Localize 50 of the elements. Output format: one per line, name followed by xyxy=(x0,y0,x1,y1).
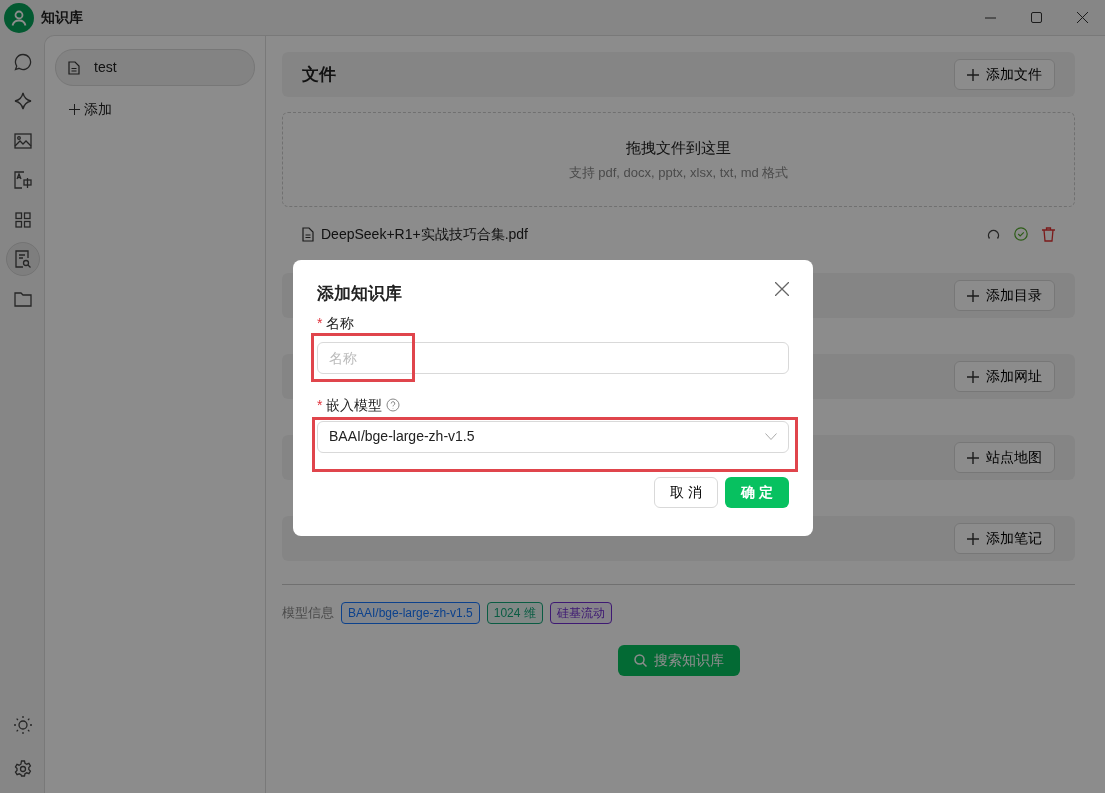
settings-icon[interactable] xyxy=(13,759,32,778)
model-select[interactable]: BAAI/bge-large-zh-v1.5 xyxy=(317,420,789,453)
user-avatar[interactable] xyxy=(4,2,34,33)
file-name: DeepSeek+R1+实战技巧合集.pdf xyxy=(321,224,528,244)
field-label: 嵌入模型 xyxy=(326,395,383,415)
close-icon[interactable] xyxy=(1076,12,1088,23)
add-link[interactable]: 添加 xyxy=(83,99,112,120)
close-icon[interactable] xyxy=(775,282,789,296)
plus-icon xyxy=(967,68,979,81)
rail-item[interactable] xyxy=(5,242,40,276)
dialog-title: 添加知识库 xyxy=(317,283,402,305)
help-icon[interactable] xyxy=(385,398,400,412)
required-mark: * xyxy=(317,395,323,415)
plus-icon xyxy=(967,289,979,302)
field-label: 名称 xyxy=(326,313,355,333)
minimize-icon[interactable] xyxy=(984,16,996,19)
knowledge-base-item[interactable]: test xyxy=(55,49,255,86)
add-button[interactable]: 站点地图 xyxy=(954,442,1055,473)
trash-icon[interactable] xyxy=(1042,226,1055,242)
section-title: 文件 xyxy=(302,63,336,86)
add-button[interactable]: 添加笔记 xyxy=(954,523,1055,554)
sun-icon[interactable] xyxy=(13,716,32,734)
chat-icon xyxy=(13,52,32,71)
model-info-label: 模型信息 xyxy=(282,604,334,623)
plus-icon[interactable] xyxy=(69,104,80,115)
image-icon xyxy=(13,132,32,149)
document-search-icon xyxy=(13,250,32,268)
sparkle-icon xyxy=(13,92,32,110)
refresh-icon[interactable] xyxy=(987,227,1000,241)
chevron-down-icon xyxy=(765,433,777,440)
add-button[interactable]: 添加文件 xyxy=(954,59,1055,90)
name-input-field[interactable]: 名称 xyxy=(317,341,789,374)
window-title: 知识库 xyxy=(41,8,83,27)
grid-icon xyxy=(14,211,31,228)
drop-zone[interactable]: 拖拽文件到这里 支持 pdf, docx, pptx, xlsx, txt, md 格式 xyxy=(282,112,1075,207)
cancel-button[interactable]: 取 消 xyxy=(654,476,718,508)
add-button[interactable]: 添加网址 xyxy=(954,361,1055,392)
drop-zone-hint: 支持 pdf, docx, pptx, xlsx, txt, md 格式 xyxy=(568,163,789,182)
drop-zone-title: 拖拽文件到这里 xyxy=(626,137,731,158)
image-text-icon xyxy=(13,171,32,189)
plus-icon xyxy=(967,370,979,383)
add-button[interactable]: 添加目录 xyxy=(954,280,1055,311)
plus-icon xyxy=(967,532,979,545)
document-icon xyxy=(68,60,80,75)
folder-icon xyxy=(13,290,32,307)
required-mark: * xyxy=(317,313,323,333)
document-icon xyxy=(302,226,314,242)
plus-icon xyxy=(967,451,979,464)
maximize-icon[interactable] xyxy=(1030,12,1042,23)
search-icon xyxy=(633,654,647,667)
